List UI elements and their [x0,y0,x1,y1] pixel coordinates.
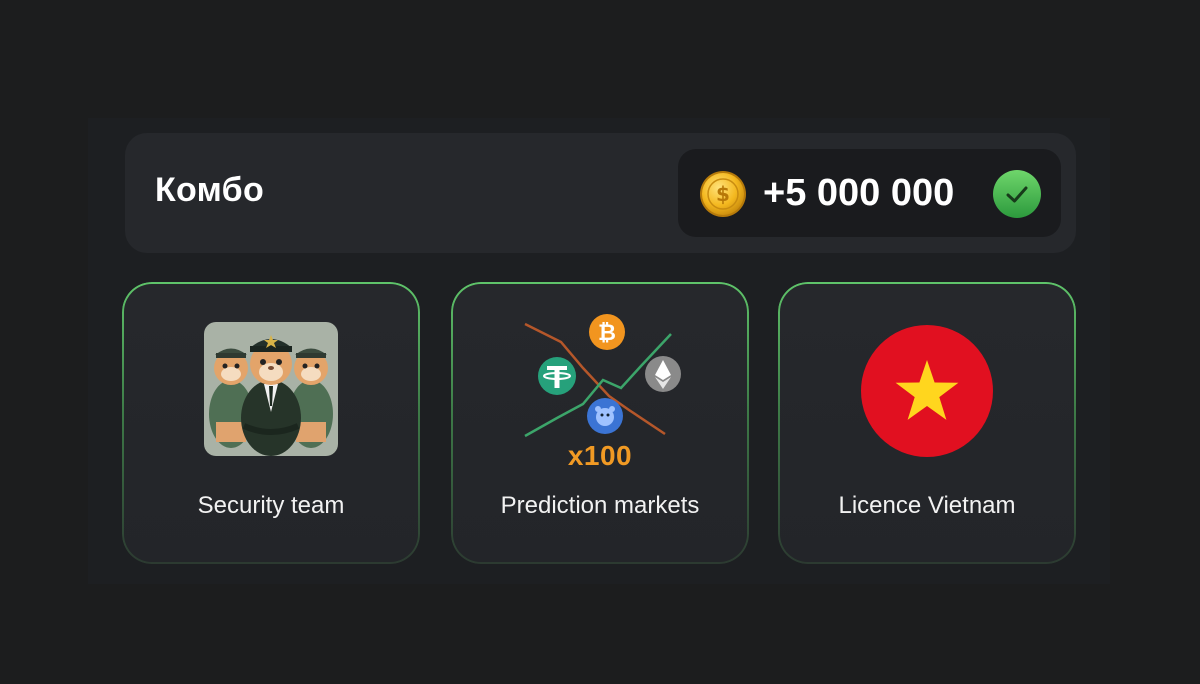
vietnam-flag-icon [861,325,993,457]
prediction-badge: x100 [567,440,633,471]
combo-title: Комбо [155,171,265,209]
svg-text:₿: ₿ [598,321,616,346]
combo-card-security-team[interactable]: Security team [122,282,420,564]
combo-header: Комбо $ +5 000 000 [125,133,1076,253]
svg-text:$: $ [716,182,730,206]
coin-icon: $ [700,171,746,217]
card-label-licence-vietnam: Licence Vietnam [838,492,1016,519]
reward-amount: +5 000 000 [763,172,955,214]
combo-reward: $ +5 000 000 [678,149,1061,237]
card-label-prediction-markets: Prediction markets [500,492,700,519]
card-label-security-team: Security team [197,492,345,519]
combo-card-prediction-markets[interactable]: ₿ x100 Prediction markets [451,282,749,564]
check-icon [993,170,1041,218]
combo-card-licence-vietnam[interactable]: Licence Vietnam [778,282,1076,564]
hamster-security-team-image [204,322,338,456]
